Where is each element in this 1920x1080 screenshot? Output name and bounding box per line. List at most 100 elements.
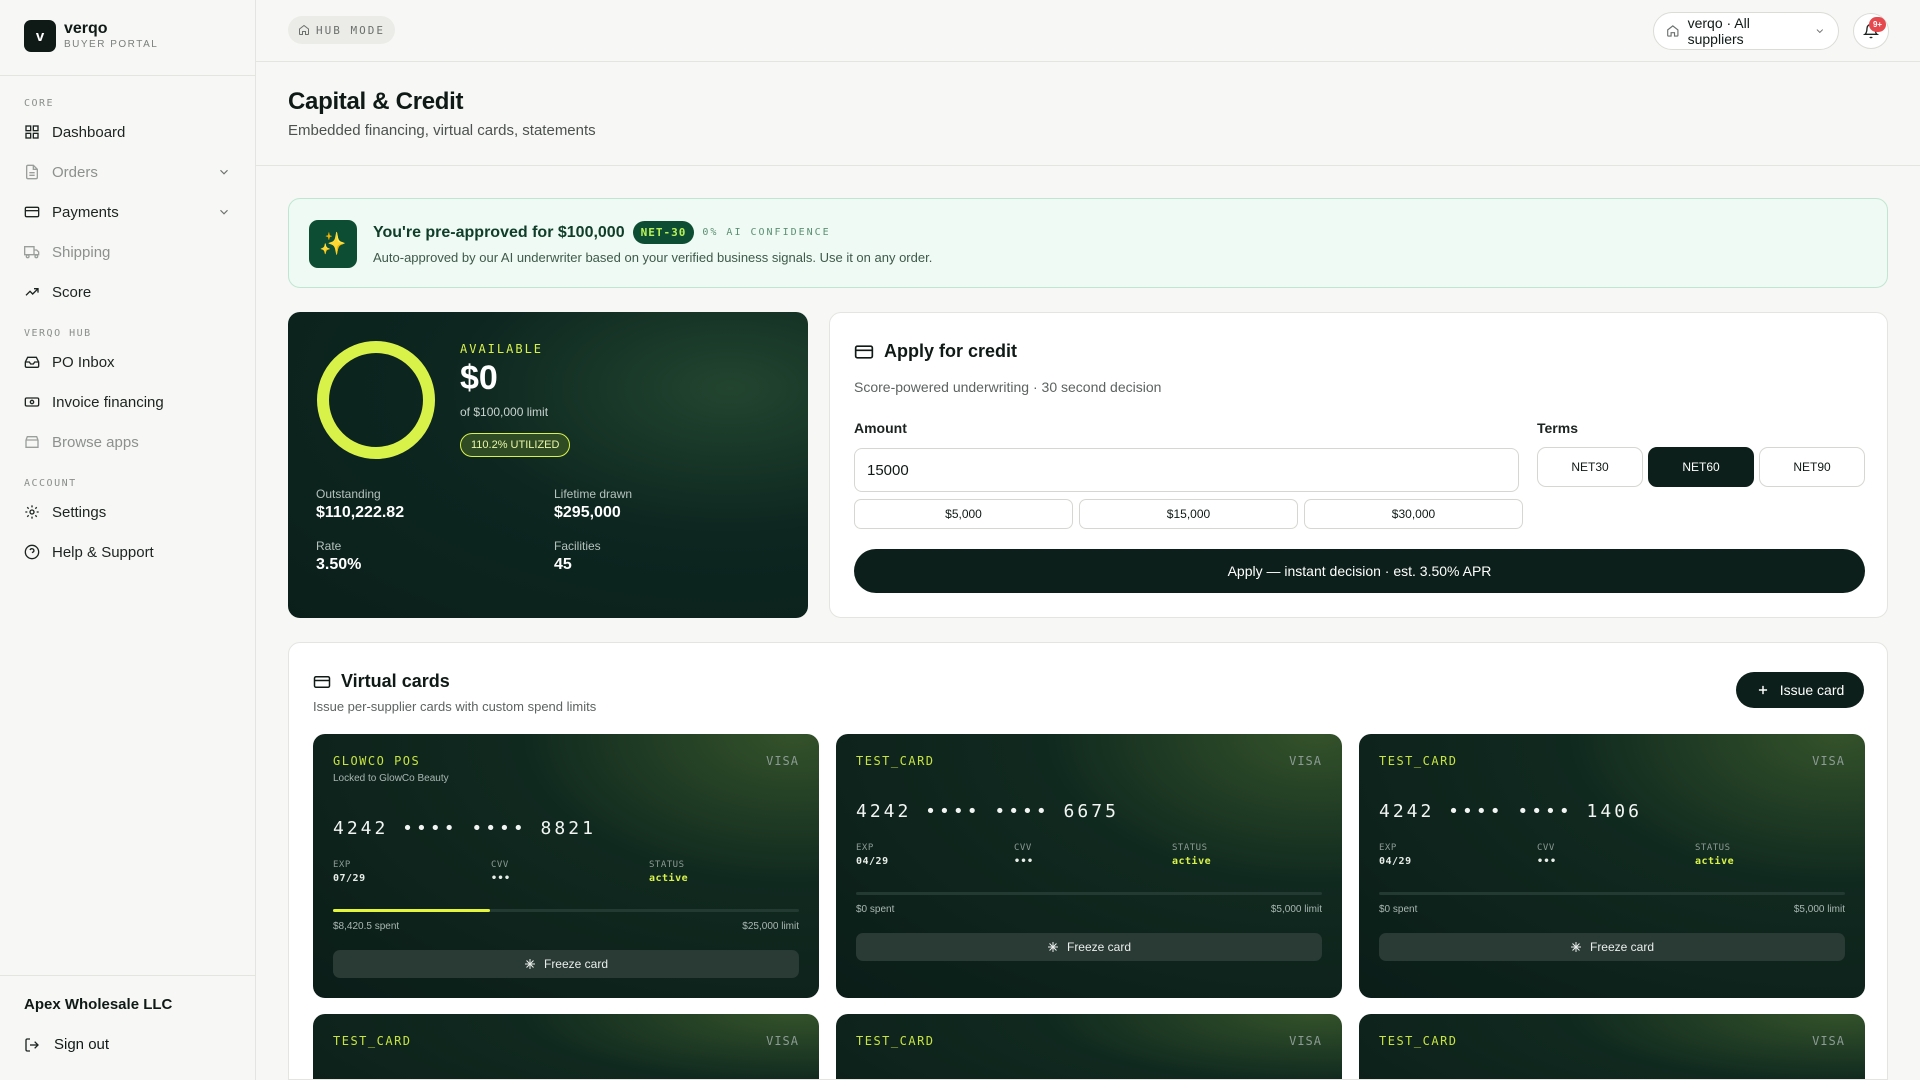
stat-lifetime-drawn: Lifetime drawn $295,000 [554,487,632,522]
sidebar-item-label: Shipping [52,243,111,261]
freeze-card-label: Freeze card [543,957,609,971]
cvv-label: CVV [1014,843,1032,853]
stat-facilities: Facilities 45 [554,539,601,574]
card-name: TEST_CARD [333,1034,412,1048]
issue-card-button[interactable]: Issue card [1736,672,1864,708]
card-network: VISA [1289,754,1322,768]
document-icon [26,164,38,180]
chevron-down-icon [1816,29,1824,34]
sidebar-item-settings[interactable]: Settings [0,492,255,532]
snowflake-icon [524,959,535,969]
sidebar-item-browse-apps[interactable]: Browse apps [0,422,255,462]
virtual-card[interactable]: TEST_CARD VISA 4242 •••• •••• 1406 EXP 04/… [1359,734,1865,998]
card-limit: $25,000 limit [742,921,799,932]
freeze-card-button[interactable]: Freeze card [856,933,1322,961]
stat-label: Outstanding [316,487,381,501]
trending-up-icon [25,288,39,296]
virtual-card[interactable]: TEST_CARD VISA [1359,1014,1865,1079]
sidebar-item-shipping[interactable]: Shipping [0,232,255,272]
card-name: GLOWCO POS [333,754,421,768]
apply-button[interactable]: Apply — instant decision · est. 3.50% AP… [854,549,1865,593]
preapproval-banner: ✨ You're pre-approved for $100,000 NET-3… [288,198,1888,288]
preset-amount-button[interactable]: $30,000 [1304,499,1523,529]
card-name: TEST_CARD [856,1034,935,1048]
card-network: VISA [1812,1034,1845,1048]
card-name: TEST_CARD [856,754,935,768]
sidebar-item-label: Score [52,283,92,301]
page-subtitle: Embedded financing, virtual cards, state… [288,122,596,139]
spend-progress-bar [333,909,799,912]
logout-icon [25,1037,39,1052]
hub-mode-pill[interactable]: HUB MODE [288,16,395,44]
exp-label: EXP [333,860,351,870]
exp-label: EXP [856,843,874,853]
sign-out-button[interactable]: Sign out [24,1036,109,1053]
sidebar: v verqo BUYER PORTAL CORE Dashboard Orde… [0,0,256,1080]
sidebar-item-label: Invoice financing [52,393,164,411]
stat-value: 3.50% [316,556,362,573]
virtual-card[interactable]: TEST_CARD VISA 4242 •••• •••• 6675 EXP 04/… [836,734,1342,998]
notification-badge: 9+ [1869,17,1886,32]
sidebar-item-invoice-financing[interactable]: Invoice financing [0,382,255,422]
card-network: VISA [1289,1034,1322,1048]
card-spent: $8,420.5 spent [333,921,400,932]
sidebar-item-label: Payments [52,203,119,221]
cvv-value: ••• [491,873,511,884]
preset-amount-button[interactable]: $15,000 [1079,499,1298,529]
sidebar-divider [0,975,255,976]
term-option-net30[interactable]: NET30 [1537,447,1643,487]
sidebar-item-po-inbox[interactable]: PO Inbox [0,342,255,382]
card-network: VISA [1812,754,1845,768]
brand-subtitle: BUYER PORTAL [64,39,159,50]
sidebar-item-label: Settings [52,503,107,521]
virtual-card[interactable]: GLOWCO POS VISA Locked to GlowCo Beauty 42… [313,734,819,998]
sidebar-nav: CORE Dashboard Orders Payments Shipping … [0,96,255,572]
nav-section-label: CORE [24,98,55,109]
terms-label: Terms [1537,420,1578,436]
cvv-label: CVV [1537,843,1555,853]
notifications-button[interactable]: 9+ [1853,13,1889,49]
brand[interactable]: v verqo BUYER PORTAL [24,20,158,52]
virtual-cards-title: Virtual cards [341,671,450,691]
virtual-card[interactable]: TEST_CARD VISA [836,1014,1342,1079]
card-limit: $5,000 limit [1793,904,1845,915]
snowflake-icon [1570,942,1581,952]
stat-rate: Rate 3.50% [316,539,361,574]
inbox-icon [24,356,40,368]
sidebar-item-score[interactable]: Score [0,272,255,312]
term-option-net90[interactable]: NET90 [1759,447,1865,487]
gear-icon [25,505,39,519]
sidebar-item-payments[interactable]: Payments [0,192,255,232]
credit-limit: of $100,000 limit [460,405,549,419]
sidebar-item-dashboard[interactable]: Dashboard [0,112,255,152]
credit-summary-card: AVAILABLE $0 of $100,000 limit 110.2% UT… [288,312,808,618]
virtual-card[interactable]: TEST_CARD VISA [313,1014,819,1079]
card-name: TEST_CARD [1379,754,1458,768]
apply-for-credit-panel: Apply for credit Score-powered underwrit… [829,312,1888,618]
spend-progress-bar [1379,892,1845,895]
sidebar-item-label: Browse apps [52,433,139,451]
stat-value: 45 [554,556,572,573]
stat-outstanding: Outstanding $110,222.82 [316,487,404,522]
nav-section-label: ACCOUNT [24,478,77,489]
freeze-card-button[interactable]: Freeze card [333,950,799,978]
amount-input[interactable] [854,448,1519,492]
supplier-selector[interactable]: verqo · All suppliers [1653,12,1839,50]
supplier-selector-value: verqo · All suppliers [1687,15,1750,47]
preset-amount-button[interactable]: $5,000 [854,499,1073,529]
topbar: HUB MODE verqo · All suppliers 9+ [256,0,1920,62]
card-limit: $5,000 limit [1270,904,1322,915]
freeze-card-button[interactable]: Freeze card [1379,933,1845,961]
exp-value: 04/29 [1379,856,1412,867]
term-option-net60[interactable]: NET60 [1648,447,1754,487]
card-status: STATUS active [649,860,688,884]
sidebar-item-orders[interactable]: Orders [0,152,255,192]
status-value: active [1172,856,1212,867]
credit-card-icon [854,344,874,359]
sidebar-item-help-support[interactable]: Help & Support [0,532,255,572]
snowflake-icon [1047,942,1058,952]
cvv-label: CVV [491,860,509,870]
card-cvv: CVV ••• [1537,843,1557,867]
home-icon [299,24,309,35]
issue-card-label: Issue card [1779,682,1845,698]
